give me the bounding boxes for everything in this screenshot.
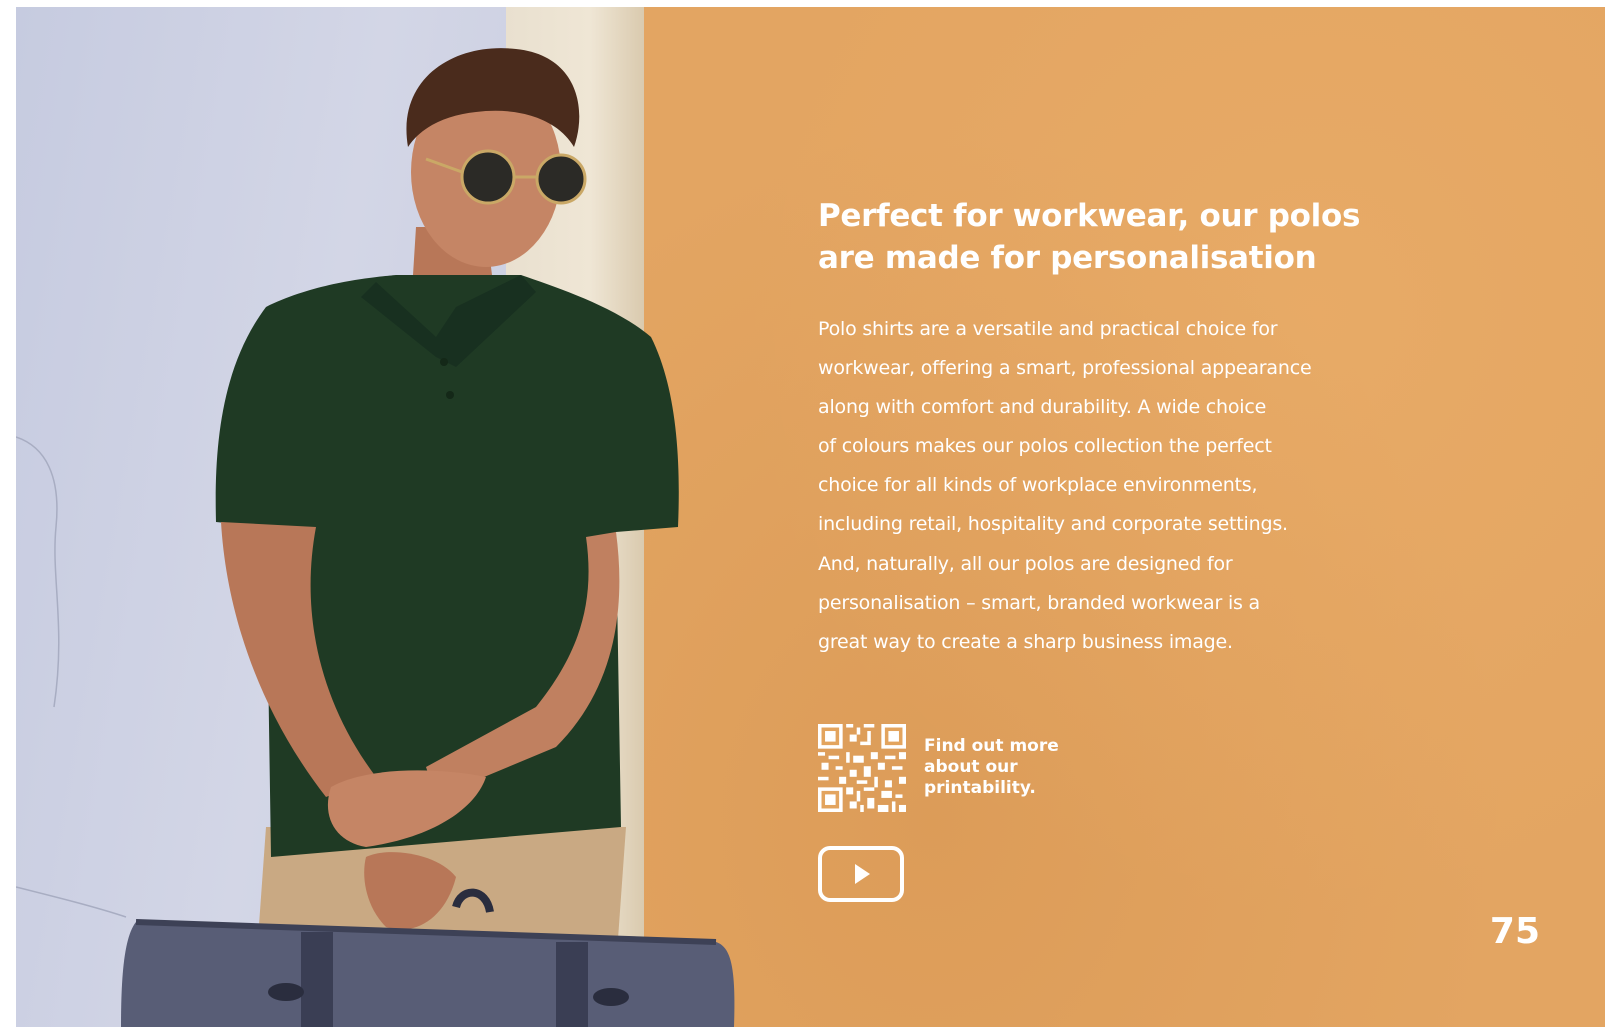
qr-caption: Find out more about our printability. bbox=[924, 736, 1104, 799]
body-line: workwear, offering a smart, professional… bbox=[818, 357, 1312, 380]
body-line: including retail, hospitality and corpor… bbox=[818, 513, 1288, 536]
qr-code-icon[interactable] bbox=[818, 724, 906, 812]
headline-line-1: Perfect for workwear, our polos bbox=[818, 198, 1361, 234]
qr-caption-line-1: Find out more bbox=[924, 736, 1059, 756]
body-line: personalisation – smart, branded workwea… bbox=[818, 591, 1261, 614]
body-line: along with comfort and durability. A wid… bbox=[818, 396, 1267, 419]
body-line: Polo shirts are a versatile and practica… bbox=[818, 318, 1278, 340]
qr-caption-line-2: about our bbox=[924, 757, 1018, 777]
play-video-button[interactable] bbox=[818, 846, 904, 902]
body-line: of colours makes our polos collection th… bbox=[818, 435, 1272, 458]
page-number: 75 bbox=[1489, 911, 1540, 952]
qr-caption-line-3: printability. bbox=[924, 778, 1036, 798]
play-video-icon bbox=[855, 864, 870, 884]
catalogue-page: Perfect for workwear, our polos are made… bbox=[16, 7, 1605, 1027]
body-line: choice for all kinds of workplace enviro… bbox=[818, 474, 1258, 497]
body-line: great way to create a sharp business ima… bbox=[818, 630, 1233, 653]
headline-line-2: are made for personalisation bbox=[818, 240, 1317, 276]
page-headline: Perfect for workwear, our polos are made… bbox=[818, 195, 1418, 279]
body-paragraph: Polo shirts are a versatile and practica… bbox=[818, 310, 1398, 662]
model-figure bbox=[16, 48, 735, 1027]
body-line: And, naturally, all our polos are design… bbox=[818, 552, 1233, 575]
